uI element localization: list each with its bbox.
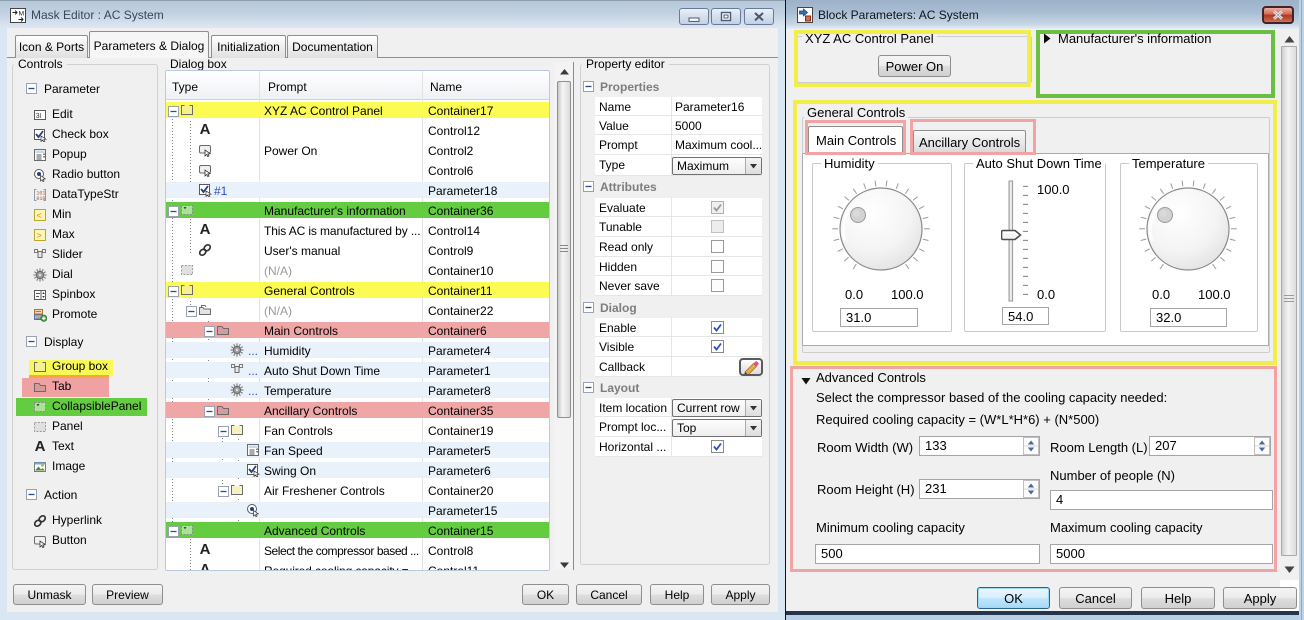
- svg-text:3I: 3I: [36, 113, 42, 120]
- svg-text:<: <: [37, 211, 42, 221]
- svg-text:>: >: [37, 231, 42, 241]
- svg-text:010: 010: [36, 196, 45, 202]
- svg-text:M: M: [19, 10, 24, 17]
